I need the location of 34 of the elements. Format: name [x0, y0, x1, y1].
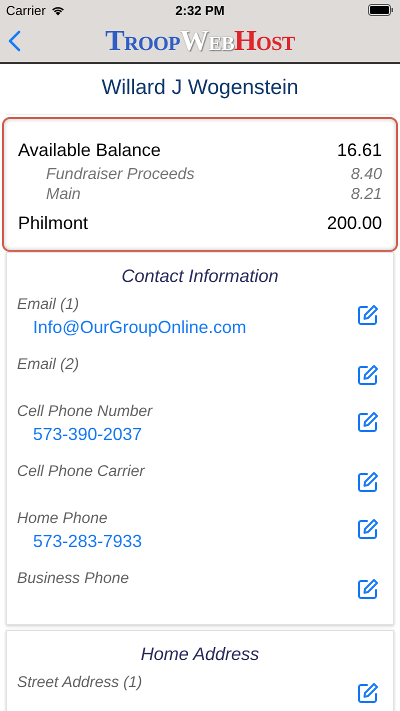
- field-value[interactable]: 573-390-2037: [17, 422, 152, 446]
- logo: TroopWebHost: [105, 25, 295, 58]
- field-label: Home Phone: [17, 509, 108, 529]
- field-label: Business Phone: [17, 569, 130, 589]
- field-label: Email (2): [17, 355, 80, 375]
- wifi-icon: [50, 4, 66, 16]
- back-icon[interactable]: [8, 30, 21, 52]
- balance-label: Philmont: [18, 213, 88, 234]
- balance-label: Available Balance: [18, 140, 161, 161]
- member-name: Willard J Wogenstein: [6, 64, 394, 115]
- section-title: Contact Information: [120, 266, 280, 287]
- edit-icon[interactable]: [357, 518, 379, 540]
- balance-label: Fundraiser Proceeds: [46, 166, 195, 184]
- edit-icon[interactable]: [357, 682, 379, 704]
- edit-icon[interactable]: [357, 364, 379, 386]
- balance-label: Main: [46, 186, 81, 204]
- carrier-label: Carrier: [6, 2, 46, 18]
- balance-amount: 8.40: [350, 166, 382, 184]
- battery-icon: [368, 4, 394, 16]
- edit-icon[interactable]: [357, 304, 379, 326]
- section-title: Home Address: [140, 644, 260, 665]
- balance-amount: 16.61: [336, 140, 382, 161]
- balance-amount: 200.00: [326, 213, 382, 234]
- edit-icon[interactable]: [357, 471, 379, 493]
- field-label: Cell Phone Number: [17, 402, 152, 422]
- field-value[interactable]: 573-283-7933: [17, 529, 142, 553]
- edit-icon[interactable]: [357, 578, 379, 600]
- field-label: Email (1): [17, 295, 80, 315]
- edit-icon[interactable]: [357, 411, 379, 433]
- balance-amount: 8.21: [350, 186, 382, 204]
- field-value[interactable]: Info@OurGroupOnline.com: [17, 315, 246, 339]
- field-label: Street Address (1): [17, 673, 142, 693]
- status-time: 2:32 PM: [174, 2, 226, 18]
- field-label: Cell Phone Carrier: [17, 462, 144, 482]
